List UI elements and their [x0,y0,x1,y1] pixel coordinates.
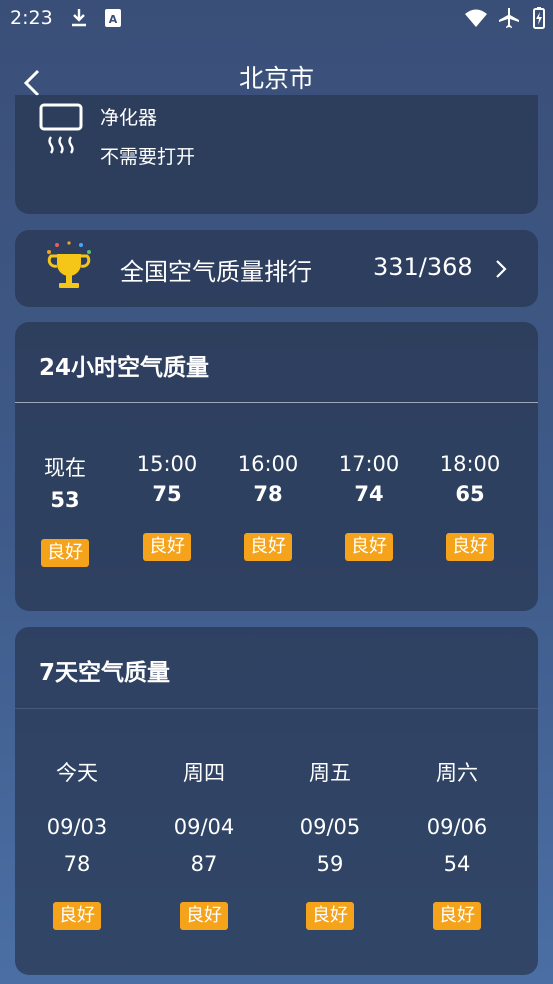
day-item: 周五 09/05 59 良好 [285,757,375,930]
hour-aqi: 74 [354,482,384,506]
hour-aqi: 78 [253,482,283,506]
hour-item: 现在 53 良好 [25,452,105,567]
hour-time: 17:00 [338,452,400,476]
divider [15,402,538,403]
rank-label: 全国空气质量排行 [120,258,312,286]
day-name: 周四 [183,761,225,785]
svg-text:A: A [109,13,118,26]
chevron-right-icon [496,260,507,278]
hour-time: 现在 [44,456,86,480]
day-date: 09/05 [299,815,361,839]
wifi-icon [465,9,487,27]
hour-level-badge: 良好 [446,533,494,561]
hour-level-badge: 良好 [244,533,292,561]
hour-time: 15:00 [136,452,198,476]
daily-title: 7天空气质量 [39,660,171,686]
day-level-badge: 良好 [180,902,228,930]
purifier-advice: 不需要打开 [100,146,196,168]
day-level-badge: 良好 [53,902,101,930]
hour-time: 16:00 [237,452,299,476]
day-level-badge: 良好 [306,902,354,930]
hourly-title: 24小时空气质量 [39,355,210,381]
hour-level-badge: 良好 [345,533,393,561]
download-icon [72,9,86,27]
battery-icon [533,7,545,29]
hour-item: 18:00 65 良好 [430,452,510,561]
hour-level-badge: 良好 [41,539,89,567]
day-item: 周六 09/06 54 良好 [412,757,502,930]
day-name: 周五 [309,761,351,785]
day-aqi: 87 [190,852,218,876]
day-level-badge: 良好 [433,902,481,930]
day-aqi: 78 [63,852,91,876]
status-bar: 2:23 A [0,0,553,38]
status-time: 2:23 [10,7,53,29]
rank-value: 331/368 [373,253,473,281]
hour-item: 15:00 75 良好 [127,452,207,561]
day-aqi: 59 [316,852,344,876]
day-item: 今天 09/03 78 良好 [32,757,122,930]
day-name: 周六 [436,761,478,785]
hour-item: 17:00 74 良好 [329,452,409,561]
day-item: 周四 09/04 87 良好 [159,757,249,930]
page-title: 北京市 [238,64,314,93]
daily-aqi-card: 7天空气质量 今天 09/03 78 良好 周四 09/04 87 良好 周五 … [15,627,538,975]
purifier-name: 净化器 [100,107,158,129]
hour-aqi: 65 [455,482,485,506]
purifier-icon [39,103,83,154]
divider [15,708,538,709]
hour-aqi: 75 [152,482,182,506]
purifier-card: 净化器 不需要打开 [15,95,538,214]
day-date: 09/04 [173,815,235,839]
trophy-icon [47,241,91,288]
day-date: 09/03 [46,815,108,839]
day-aqi: 54 [443,852,471,876]
rank-card[interactable]: 全国空气质量排行 331/368 [15,230,538,307]
hour-item: 16:00 78 良好 [228,452,308,561]
sim-icon: A [105,9,121,27]
hour-level-badge: 良好 [143,533,191,561]
airplane-icon [499,8,519,28]
day-date: 09/06 [426,815,488,839]
hour-time: 18:00 [439,452,501,476]
day-name: 今天 [56,761,98,785]
hourly-aqi-card: 24小时空气质量 现在 53 良好 15:00 75 良好 16:00 78 良… [15,322,538,611]
hour-aqi: 53 [50,488,80,512]
